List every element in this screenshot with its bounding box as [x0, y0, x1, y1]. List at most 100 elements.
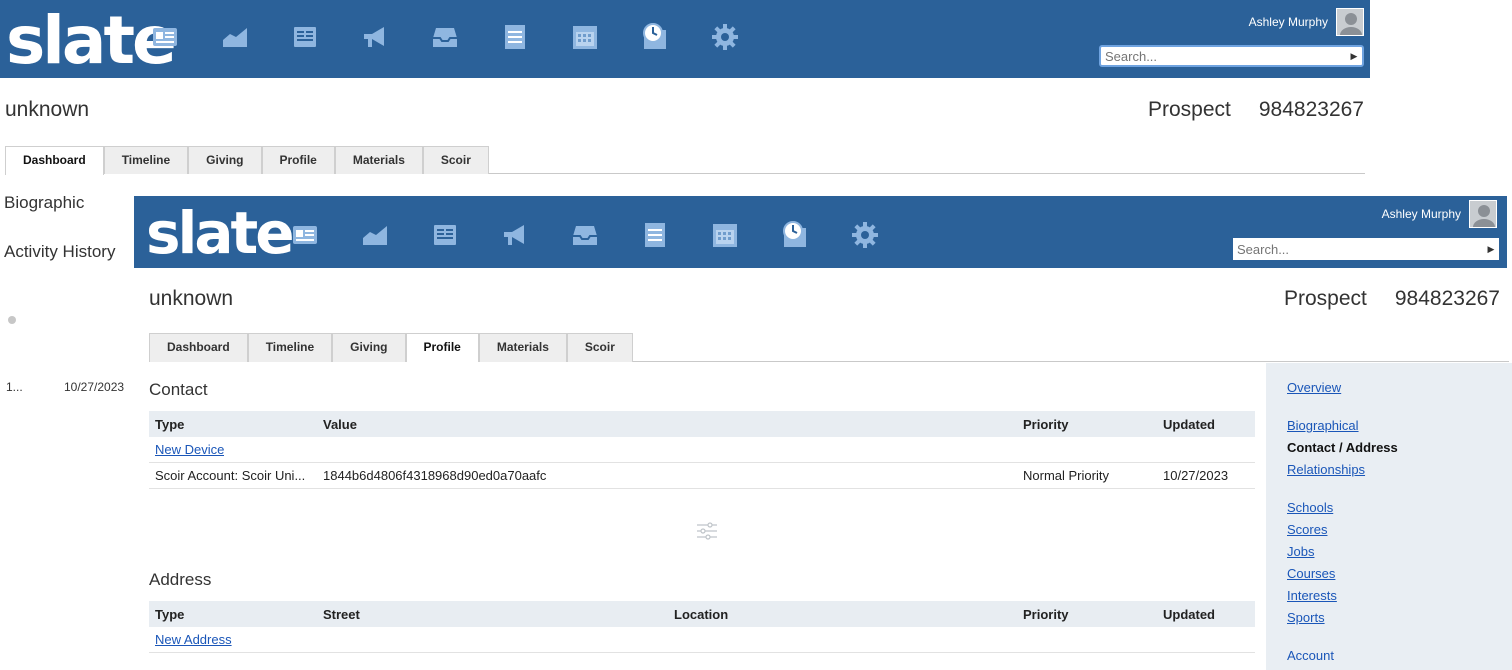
column-header-value: Value — [323, 416, 357, 432]
column-header-type: Type — [155, 606, 185, 622]
list-icon[interactable] — [638, 218, 672, 252]
contact-section-title: Contact — [149, 380, 208, 399]
foreground-window: slate Ashley Murphy ▶ unknown Prospect 9… — [134, 196, 1512, 670]
contact-type-cell: Scoir Account: Scoir Uni... — [155, 468, 306, 483]
tab-scoir[interactable]: Scoir — [422, 146, 489, 174]
tab-profile[interactable]: Profile — [261, 146, 335, 174]
tab-materials[interactable]: Materials — [334, 146, 423, 174]
record-name: unknown — [5, 98, 90, 121]
tab-dashboard[interactable]: Dashboard — [149, 333, 248, 362]
contact-value-cell: 1844b6d4806f4318968d90ed0a70aafc — [323, 468, 547, 483]
chart-icon[interactable] — [358, 218, 392, 252]
column-header-street: Street — [323, 606, 360, 622]
inbox-icon[interactable] — [568, 218, 602, 252]
column-header-location: Location — [674, 606, 729, 622]
record-status: Prospect — [1148, 98, 1231, 121]
nav-schools[interactable]: Schools — [1287, 497, 1512, 519]
timeline-dot-icon — [8, 316, 16, 324]
record-summary: Prospect 984823267 — [1148, 98, 1364, 122]
chart-icon[interactable] — [218, 20, 252, 54]
nav-relationships[interactable]: Relationships — [1287, 459, 1512, 481]
user-name[interactable]: Ashley Murphy — [1249, 15, 1328, 29]
user-menu[interactable]: Ashley Murphy — [1249, 8, 1364, 36]
top-navigation-bar: slate Ashley Murphy ▶ — [0, 0, 1370, 78]
nav-icon-bar — [288, 218, 918, 252]
nav-overview[interactable]: Overview — [1287, 377, 1512, 399]
contact-updated-cell: 10/27/2023 — [1163, 468, 1229, 483]
slate-logo[interactable]: slate — [146, 204, 295, 262]
contact-table: Type Value Priority Updated New Device S… — [149, 411, 1255, 489]
table-row[interactable]: Scoir Account: Scoir Uni... 1844b6d4806f… — [149, 463, 1255, 489]
activity-row-date: 10/27/2023 — [64, 380, 125, 394]
new-address-row: New Address — [149, 627, 1255, 653]
nav-contact-address-current: Contact / Address — [1287, 440, 1398, 455]
nav-interests[interactable]: Interests — [1287, 585, 1512, 607]
tab-giving[interactable]: Giving — [188, 146, 262, 174]
column-header-updated: Updated — [1163, 606, 1215, 622]
tab-scoir[interactable]: Scoir — [566, 333, 633, 362]
search-submit-icon[interactable]: ▶ — [1346, 51, 1362, 62]
column-header-priority: Priority — [1023, 606, 1069, 622]
record-status: Prospect — [1284, 287, 1367, 310]
address-section-title: Address — [149, 570, 212, 589]
search-submit-icon[interactable]: ▶ — [1483, 244, 1499, 255]
contact-priority-cell: Normal Priority — [1023, 468, 1109, 483]
search-input[interactable] — [1101, 48, 1346, 64]
tab-profile[interactable]: Profile — [405, 333, 479, 362]
nav-courses[interactable]: Courses — [1287, 563, 1512, 585]
book-icon[interactable] — [428, 218, 462, 252]
avatar[interactable] — [1469, 200, 1497, 228]
table-header-row: Type Street Location Priority Updated — [149, 601, 1255, 627]
column-header-updated: Updated — [1163, 416, 1215, 432]
tab-dashboard[interactable]: Dashboard — [5, 146, 104, 175]
clock-icon[interactable] — [778, 218, 812, 252]
new-address-link[interactable]: New Address — [155, 632, 232, 647]
clock-icon[interactable] — [638, 20, 672, 54]
search-box[interactable]: ▶ — [1099, 45, 1364, 67]
gear-icon[interactable] — [848, 218, 882, 252]
record-tabs: Dashboard Timeline Giving Profile Materi… — [149, 333, 1509, 362]
search-input[interactable] — [1233, 241, 1483, 257]
top-navigation-bar: slate Ashley Murphy ▶ — [134, 196, 1507, 268]
tab-materials[interactable]: Materials — [478, 333, 567, 362]
new-device-row: New Device — [149, 437, 1255, 463]
profile-section-nav: Overview Biographical Contact / Address … — [1266, 363, 1512, 670]
tab-giving[interactable]: Giving — [332, 333, 406, 362]
search-box[interactable]: ▶ — [1233, 238, 1499, 260]
record-id: 984823267 — [1258, 98, 1364, 121]
book-icon[interactable] — [288, 20, 322, 54]
column-header-priority: Priority — [1023, 416, 1069, 432]
tab-timeline[interactable]: Timeline — [247, 333, 333, 362]
megaphone-icon[interactable] — [358, 20, 392, 54]
avatar[interactable] — [1336, 8, 1364, 36]
nav-scores[interactable]: Scores — [1287, 519, 1512, 541]
address-table: Type Street Location Priority Updated Ne… — [149, 601, 1255, 653]
gear-icon[interactable] — [708, 20, 742, 54]
nav-account[interactable]: Account — [1287, 645, 1512, 667]
person-card-icon[interactable] — [148, 20, 182, 54]
person-card-icon[interactable] — [288, 218, 322, 252]
record-summary: Prospect 984823267 — [1284, 287, 1500, 311]
list-icon[interactable] — [498, 20, 532, 54]
tab-timeline[interactable]: Timeline — [103, 146, 189, 174]
calendar-icon[interactable] — [708, 218, 742, 252]
column-header-type: Type — [155, 416, 185, 432]
record-id: 984823267 — [1394, 287, 1500, 310]
nav-biographical[interactable]: Biographical — [1287, 415, 1512, 437]
table-header-row: Type Value Priority Updated — [149, 411, 1255, 437]
activity-row-label[interactable]: 1... — [6, 380, 23, 394]
biographic-section-label[interactable]: Biographic — [4, 193, 84, 213]
activity-history-label[interactable]: Activity History — [4, 242, 115, 262]
new-device-link[interactable]: New Device — [155, 442, 224, 457]
megaphone-icon[interactable] — [498, 218, 532, 252]
nav-jobs[interactable]: Jobs — [1287, 541, 1512, 563]
nav-icon-bar — [148, 20, 778, 54]
calendar-icon[interactable] — [568, 20, 602, 54]
user-menu[interactable]: Ashley Murphy — [1382, 200, 1497, 228]
filter-sliders-icon[interactable] — [696, 522, 718, 540]
record-name: unknown — [149, 287, 234, 310]
inbox-icon[interactable] — [428, 20, 462, 54]
user-name[interactable]: Ashley Murphy — [1382, 207, 1461, 221]
nav-sports[interactable]: Sports — [1287, 607, 1512, 629]
record-tabs: Dashboard Timeline Giving Profile Materi… — [5, 146, 1365, 175]
